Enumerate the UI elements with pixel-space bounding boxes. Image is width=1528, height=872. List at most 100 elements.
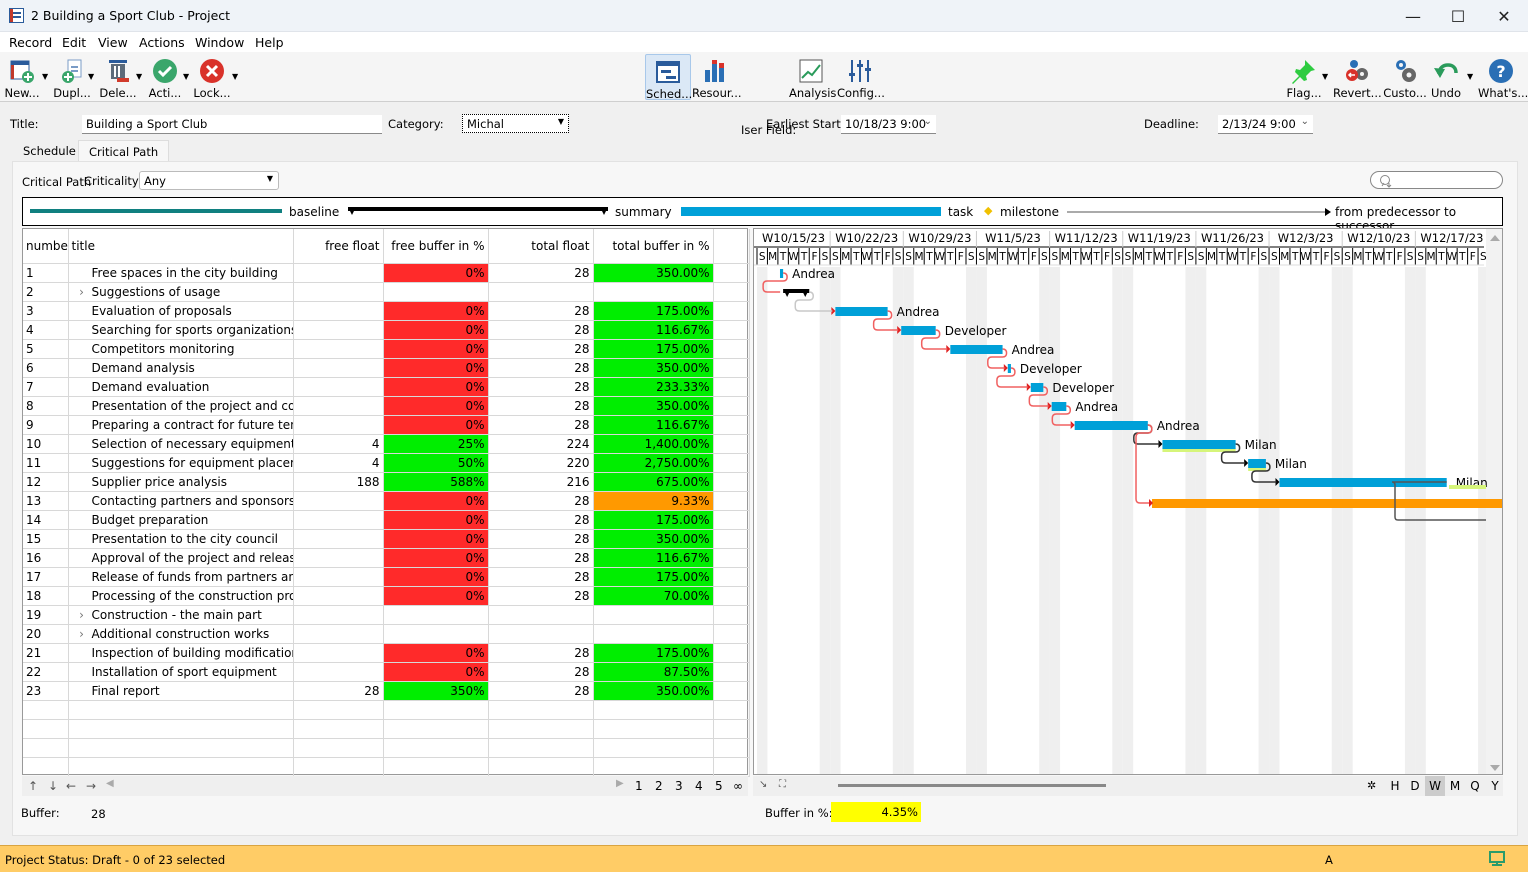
cell-title[interactable]: Selection of necessary equipment xyxy=(68,434,294,454)
cell-free-float[interactable]: 4 xyxy=(293,434,384,454)
cell-total-buffer[interactable]: 175.00% xyxy=(593,567,714,587)
cell-total-buffer[interactable]: 2,750.00% xyxy=(593,453,714,473)
maximize-button[interactable]: ☐ xyxy=(1435,0,1481,32)
cell-total-buffer[interactable]: 350.00% xyxy=(593,396,714,416)
cell-title[interactable]: › Suggestions of usage xyxy=(68,282,294,302)
config-button[interactable]: Config... xyxy=(837,54,885,100)
cell-free-float[interactable] xyxy=(293,320,384,340)
cell-free-float[interactable] xyxy=(293,282,384,302)
scroll-left-icon[interactable]: ◀ xyxy=(106,778,114,789)
collapse-icon[interactable]: ↘ xyxy=(759,779,767,790)
delete-button[interactable]: Dele... ▼ xyxy=(98,54,142,100)
cell-title[interactable]: Searching for sports organizations xyxy=(68,320,294,340)
fit-icon[interactable]: ⛶ xyxy=(779,779,786,790)
cell-total-buffer[interactable]: 116.67% xyxy=(593,415,714,435)
cell-free-float[interactable] xyxy=(293,339,384,359)
tab-schedule[interactable]: Schedule xyxy=(13,140,86,162)
cell-total-buffer[interactable]: 350.00% xyxy=(593,681,714,701)
cell-total-buffer[interactable]: 233.33% xyxy=(593,377,714,397)
table-row[interactable]: 23 Final report 28 350% 28 350.00% xyxy=(23,681,750,701)
cell-total-buffer[interactable]: 175.00% xyxy=(593,643,714,663)
cell-title[interactable]: Competitors monitoring xyxy=(68,339,294,359)
cell-total-buffer[interactable]: 350.00% xyxy=(593,358,714,378)
cell-number[interactable]: 8 xyxy=(23,396,69,416)
table-row[interactable]: 18 Processing of the construction proj...… xyxy=(23,586,750,606)
col-total-buffer[interactable]: total buffer in % xyxy=(593,229,714,264)
table-row[interactable]: 4 Searching for sports organizations 0% 28 1… xyxy=(23,320,750,340)
customize-button[interactable]: Custo... xyxy=(1383,54,1427,100)
zoom-fit-icon[interactable]: ✲ xyxy=(1367,779,1376,792)
cell-free-buffer[interactable]: 0% xyxy=(383,529,489,549)
table-row[interactable]: 19 › Construction - the main part xyxy=(23,605,750,625)
nav-right-button[interactable]: → xyxy=(86,779,96,793)
col-title[interactable]: title xyxy=(68,229,294,264)
table-row[interactable]: 17Release of funds from partners and ...… xyxy=(23,567,750,587)
cell-total-float[interactable]: 28 xyxy=(488,643,594,663)
cell-number[interactable]: 18 xyxy=(23,586,69,606)
cell-free-buffer[interactable]: 0% xyxy=(383,377,489,397)
table-row[interactable]: 7 Demand evaluation 0% 28 233.33% xyxy=(23,377,750,397)
cell-number[interactable]: 21 xyxy=(23,643,69,663)
cell-number[interactable]: 22 xyxy=(23,662,69,682)
menu-view[interactable]: View xyxy=(98,35,128,50)
chevron-down-icon[interactable]: ▼ xyxy=(232,72,238,81)
cell-title[interactable]: Supplier price analysis xyxy=(68,472,294,492)
cell-total-float[interactable]: 28 xyxy=(488,320,594,340)
table-row[interactable]: 12 Supplier price analysis 188 588% 216 675.0… xyxy=(23,472,750,492)
page-all[interactable]: ∞ xyxy=(733,779,743,793)
search-input[interactable] xyxy=(1370,171,1503,189)
nav-up-button[interactable]: ↑ xyxy=(28,779,38,793)
cell-total-buffer[interactable]: 116.67% xyxy=(593,320,714,340)
cell-free-float[interactable]: 188 xyxy=(293,472,384,492)
cell-free-buffer[interactable]: 350% xyxy=(383,681,489,701)
table-row[interactable]: 22 Installation of sport equipment 0% 28 87.… xyxy=(23,662,750,682)
cell-total-float[interactable]: 28 xyxy=(488,377,594,397)
cell-free-float[interactable] xyxy=(293,605,384,625)
cell-title[interactable]: Installation of sport equipment xyxy=(68,662,294,682)
cell-title[interactable]: Approval of the project and release ... xyxy=(68,548,294,568)
close-button[interactable]: ✕ xyxy=(1481,0,1527,32)
cell-title[interactable]: Evaluation of proposals xyxy=(68,301,294,321)
cell-free-float[interactable]: 4 xyxy=(293,453,384,473)
cell-free-buffer[interactable]: 0% xyxy=(383,358,489,378)
cell-free-buffer[interactable] xyxy=(383,624,489,644)
cell-title[interactable]: › Additional construction works xyxy=(68,624,294,644)
cell-total-buffer[interactable]: 350.00% xyxy=(593,529,714,549)
cell-total-buffer[interactable]: 70.00% xyxy=(593,586,714,606)
cell-total-buffer[interactable]: 675.00% xyxy=(593,472,714,492)
cell-number[interactable]: 15 xyxy=(23,529,69,549)
zoom-level-y[interactable]: Y xyxy=(1485,776,1505,796)
table-row[interactable]: 2 › Suggestions of usage xyxy=(23,282,750,302)
cell-number[interactable]: 12 xyxy=(23,472,69,492)
cell-number[interactable]: 16 xyxy=(23,548,69,568)
col-free-buffer[interactable]: free buffer in % xyxy=(383,229,489,264)
cell-total-buffer[interactable]: 9.33% xyxy=(593,491,714,511)
cell-title[interactable]: Processing of the construction proj... xyxy=(68,586,294,606)
resources-button[interactable]: Resour... xyxy=(692,54,742,100)
cell-total-float[interactable]: 28 xyxy=(488,396,594,416)
page-5[interactable]: 5 xyxy=(715,779,723,793)
cell-number[interactable]: 10 xyxy=(23,434,69,454)
cell-total-buffer[interactable]: 175.00% xyxy=(593,510,714,530)
table-row[interactable]: 15 Presentation to the city council 0% 28 35… xyxy=(23,529,750,549)
schedule-button[interactable]: Sched... xyxy=(645,54,692,101)
revert-button[interactable]: Revert... xyxy=(1333,54,1382,100)
nav-down-button[interactable]: ↓ xyxy=(48,779,58,793)
cell-free-float[interactable]: 28 xyxy=(293,681,384,701)
menu-help[interactable]: Help xyxy=(255,35,284,50)
chevron-down-icon[interactable]: ▼ xyxy=(88,72,94,81)
cell-total-float[interactable]: 28 xyxy=(488,415,594,435)
category-select[interactable]: Michal ▼ xyxy=(462,114,569,133)
cell-total-float[interactable]: 220 xyxy=(488,453,594,473)
cell-free-buffer[interactable]: 0% xyxy=(383,339,489,359)
cell-number[interactable]: 2 xyxy=(23,282,69,302)
cell-free-buffer[interactable]: 588% xyxy=(383,472,489,492)
cell-number[interactable]: 23 xyxy=(23,681,69,701)
cell-number[interactable]: 20 xyxy=(23,624,69,644)
cell-free-float[interactable] xyxy=(293,567,384,587)
gantt-chart[interactable]: W10/15/23 W10/22/23 W10/29/23 W11/5/23 W11/1… xyxy=(753,228,1503,775)
cell-total-float[interactable]: 28 xyxy=(488,567,594,587)
table-row[interactable]: 13 Contacting partners and sponsors 0% 28 9.… xyxy=(23,491,750,511)
cell-total-float[interactable]: 28 xyxy=(488,263,594,283)
table-row[interactable]: 3 Evaluation of proposals 0% 28 175.00% xyxy=(23,301,750,321)
